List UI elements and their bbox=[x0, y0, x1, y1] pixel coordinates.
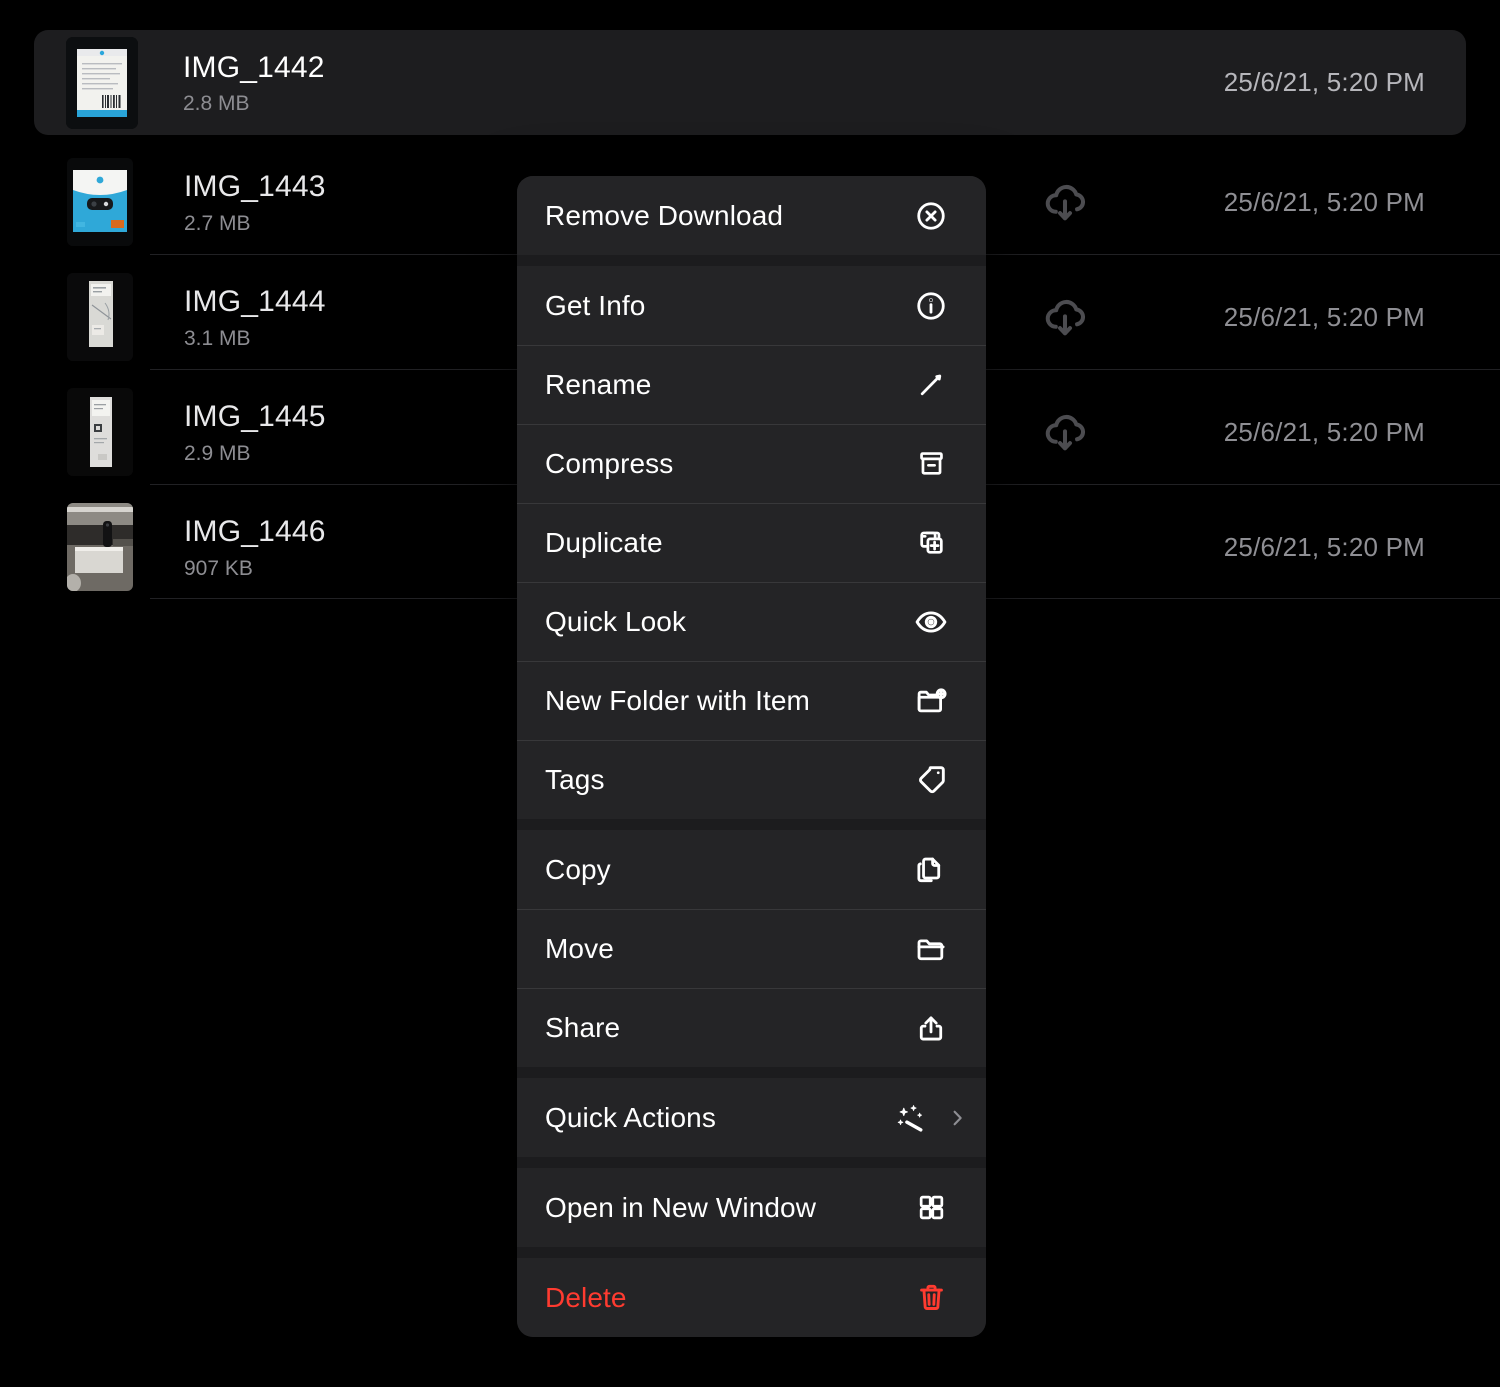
menu-item-label: Move bbox=[545, 932, 614, 964]
file-row[interactable]: IMG_1442 2.8 MB 25/6/21, 5:20 PM bbox=[34, 30, 1466, 135]
folder-plus-icon bbox=[910, 680, 952, 722]
chevron-right-icon[interactable] bbox=[944, 1107, 970, 1129]
menu-item-move[interactable]: Move bbox=[517, 909, 986, 988]
menu-item-quick-actions[interactable]: Quick Actions bbox=[517, 1078, 986, 1157]
menu-item-get-info[interactable]: Get Info bbox=[517, 266, 986, 345]
menu-item-label: Rename bbox=[545, 368, 652, 400]
tag-icon bbox=[910, 759, 952, 801]
menu-item-label: Duplicate bbox=[545, 526, 663, 558]
info-icon bbox=[910, 285, 952, 327]
menu-item-label: Remove Download bbox=[545, 199, 784, 231]
menu-group: Delete bbox=[517, 1258, 986, 1337]
file-date: 25/6/21, 5:20 PM bbox=[1223, 531, 1425, 562]
menu-group-separator bbox=[517, 819, 986, 830]
menu-group: Quick Actions bbox=[517, 1078, 986, 1157]
menu-item-label: Compress bbox=[545, 447, 674, 479]
file-thumbnail bbox=[66, 36, 138, 129]
context-menu[interactable]: Remove Download Get Info Rename Compress Dup… bbox=[517, 176, 986, 1337]
menu-item-label: Quick Look bbox=[545, 605, 687, 637]
menu-group-separator bbox=[517, 1067, 986, 1078]
file-name: IMG_1442 bbox=[183, 50, 325, 84]
file-meta: IMG_1442 2.8 MB bbox=[183, 50, 1005, 115]
menu-group: Open in New Window bbox=[517, 1168, 986, 1247]
duplicate-icon bbox=[910, 522, 952, 564]
menu-item-duplicate[interactable]: Duplicate bbox=[517, 503, 986, 582]
menu-item-delete[interactable]: Delete bbox=[517, 1258, 986, 1337]
menu-item-new-folder-with-item[interactable]: New Folder with Item bbox=[517, 661, 986, 740]
trash-icon bbox=[910, 1277, 952, 1319]
file-size: 2.8 MB bbox=[183, 92, 250, 116]
menu-item-share[interactable]: Share bbox=[517, 988, 986, 1067]
menu-item-open-in-new-window[interactable]: Open in New Window bbox=[517, 1168, 986, 1247]
copy-icon bbox=[910, 849, 952, 891]
menu-group-separator bbox=[517, 255, 986, 266]
file-thumbnail bbox=[67, 388, 133, 476]
file-thumbnail bbox=[67, 273, 133, 361]
menu-group: Get Info Rename Compress Duplicate Quick Loo… bbox=[517, 266, 986, 819]
file-date: 25/6/21, 5:20 PM bbox=[1223, 301, 1425, 332]
menu-group-separator bbox=[517, 1157, 986, 1168]
magic-wand-icon bbox=[890, 1097, 932, 1139]
pencil-icon bbox=[910, 364, 952, 406]
file-date: 25/6/21, 5:20 PM bbox=[1223, 416, 1425, 447]
file-thumbnail bbox=[67, 158, 133, 246]
share-icon bbox=[910, 1007, 952, 1049]
grid-squares-icon bbox=[910, 1187, 952, 1229]
menu-group-separator bbox=[517, 1247, 986, 1258]
remove-download-icon bbox=[910, 195, 952, 237]
menu-item-label: New Folder with Item bbox=[545, 684, 810, 716]
menu-item-label: Tags bbox=[545, 763, 605, 795]
menu-group: Remove Download bbox=[517, 176, 986, 255]
menu-item-quick-look[interactable]: Quick Look bbox=[517, 582, 986, 661]
cloud-download-icon[interactable] bbox=[1005, 409, 1125, 455]
menu-item-label: Copy bbox=[545, 853, 611, 885]
file-thumbnail bbox=[67, 503, 133, 591]
menu-item-label: Get Info bbox=[545, 289, 646, 321]
file-date: 25/6/21, 5:20 PM bbox=[1223, 186, 1425, 217]
folder-icon bbox=[910, 928, 952, 970]
menu-item-label: Delete bbox=[545, 1281, 627, 1313]
menu-item-label: Share bbox=[545, 1011, 621, 1043]
menu-item-label: Open in New Window bbox=[545, 1191, 817, 1223]
menu-item-copy[interactable]: Copy bbox=[517, 830, 986, 909]
cloud-download-icon[interactable] bbox=[1005, 179, 1125, 225]
archive-box-icon bbox=[910, 443, 952, 485]
eye-icon bbox=[910, 601, 952, 643]
menu-item-remove-download[interactable]: Remove Download bbox=[517, 176, 986, 255]
menu-item-label: Quick Actions bbox=[545, 1101, 716, 1133]
cloud-download-icon[interactable] bbox=[1005, 294, 1125, 340]
menu-group: Copy Move Share bbox=[517, 830, 986, 1067]
file-date: 25/6/21, 5:20 PM bbox=[1223, 67, 1425, 97]
menu-item-tags[interactable]: Tags bbox=[517, 740, 986, 819]
menu-item-rename[interactable]: Rename bbox=[517, 345, 986, 424]
menu-item-compress[interactable]: Compress bbox=[517, 424, 986, 503]
